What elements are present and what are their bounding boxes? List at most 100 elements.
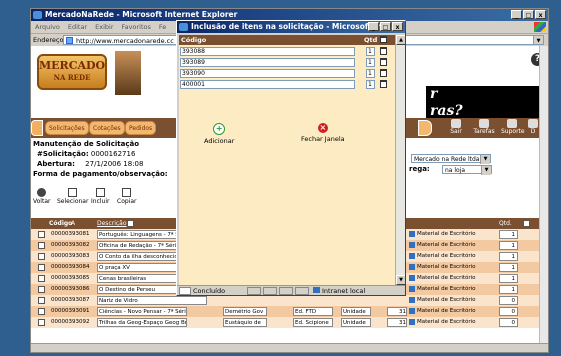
more-button[interactable]: D	[527, 119, 539, 135]
exit-button[interactable]: Sair	[445, 119, 467, 135]
menu-exibir[interactable]: Exibir	[95, 21, 113, 33]
dialog-scrollbar[interactable]: ▲ ▼	[395, 35, 405, 285]
row-checkbox[interactable]	[38, 319, 45, 326]
row-category-text: Material de Escritório	[417, 253, 476, 259]
menu-editar[interactable]: Editar	[68, 21, 87, 33]
more-label: D	[530, 128, 536, 135]
row-description-input[interactable]: Trilhas da Geog-Espaço Geog Bras e Cida	[97, 318, 187, 327]
page-scrollbar[interactable]	[539, 46, 548, 343]
sort-indicator: A	[71, 220, 76, 227]
menu-arquivo[interactable]: Arquivo	[35, 21, 60, 33]
abertura-value: 27/1/2006 18:08	[85, 160, 144, 168]
menu-favoritos[interactable]: Favoritos	[122, 21, 151, 33]
item-code-input[interactable]: 393088	[180, 47, 355, 56]
col-code[interactable]: Código	[49, 218, 72, 229]
row-qty-input[interactable]: 1	[499, 252, 518, 261]
row-checkbox[interactable]	[38, 286, 45, 293]
row-category: Material de Escritório	[409, 295, 476, 306]
table-row[interactable]: 00000393087 Nariz de Vidro Material de Esc…	[31, 295, 548, 306]
select-button[interactable]: Selecionar	[57, 188, 88, 205]
copy-button[interactable]: Copiar	[117, 188, 136, 205]
dialog-col-qty: Qtd	[364, 36, 378, 44]
row-publisher-input[interactable]: Ed. FTD	[293, 307, 333, 316]
item-qty-input[interactable]: 1	[366, 80, 375, 89]
select-label: Selecionar	[57, 198, 89, 205]
scroll-down-icon[interactable]: ▼	[396, 275, 405, 285]
row-num-input[interactable]: 31	[387, 318, 407, 327]
tasks-label: Tarefas	[473, 128, 495, 135]
col-description[interactable]: Descrição	[97, 218, 127, 229]
item-code-input[interactable]: 393089	[180, 58, 355, 67]
dialog-minimize-button[interactable]: _	[368, 22, 379, 31]
trash-icon[interactable]	[380, 47, 387, 55]
trash-icon[interactable]	[380, 69, 387, 77]
row-description-input[interactable]: Ciências - Novo Pensar - 7ª Série	[97, 307, 187, 316]
status-left: Concluído	[193, 287, 226, 295]
row-qty-input[interactable]: 1	[499, 230, 518, 239]
item-qty-input[interactable]: 1	[366, 69, 375, 78]
row-category-text: Material de Escritório	[417, 231, 476, 237]
minimize-button[interactable]: _	[511, 10, 522, 19]
row-checkbox[interactable]	[38, 275, 45, 282]
row-checkbox[interactable]	[38, 297, 45, 304]
dialog-close-button[interactable]: x	[392, 22, 403, 31]
row-qty-input[interactable]: 0	[499, 307, 518, 316]
dialog-maximize-button[interactable]: □	[380, 22, 391, 31]
item-code-input[interactable]: 400001	[180, 80, 355, 89]
row-unit-input[interactable]: Unidade	[341, 307, 371, 316]
row-publisher-input[interactable]: Ed. Scipione	[293, 318, 333, 327]
site-logo[interactable]: MERCADO NA REDE	[37, 54, 107, 90]
chevron-down-icon[interactable]: ▼	[533, 36, 543, 44]
row-checkbox[interactable]	[38, 253, 45, 260]
row-qty-input[interactable]: 1	[499, 274, 518, 283]
nav-back-icon[interactable]	[31, 120, 43, 136]
table-row[interactable]: 00000393091 Ciências - Novo Pensar - 7ª S…	[31, 306, 548, 317]
close-window-button[interactable]: × Fechar Janela	[301, 123, 345, 143]
item-qty-input[interactable]: 1	[366, 58, 375, 67]
select-all-qty-checkbox[interactable]	[523, 220, 530, 227]
row-qty-input[interactable]: 1	[499, 241, 518, 250]
solicitacao-value: 0000162716	[90, 150, 136, 158]
abertura-label: Abertura:	[37, 160, 75, 168]
entrega-select[interactable]: na loja ▼	[442, 165, 492, 175]
back-button[interactable]: Voltar	[33, 188, 50, 205]
menu-ferramentas[interactable]: Fe	[159, 21, 166, 33]
row-code: 00000393083	[51, 253, 90, 259]
row-author-input[interactable]: Demétrio Gov	[223, 307, 267, 316]
support-button[interactable]: Suporte	[501, 119, 525, 135]
item-qty-input[interactable]: 1	[366, 47, 375, 56]
row-checkbox[interactable]	[38, 231, 45, 238]
include-button[interactable]: Incluir	[91, 188, 109, 205]
add-button[interactable]: + Adicionar	[204, 123, 234, 145]
copy-label: Copiar	[117, 198, 137, 205]
scroll-up-icon[interactable]: ▲	[396, 35, 405, 45]
trash-icon[interactable]	[380, 80, 387, 88]
row-unit-input[interactable]: Unidade	[341, 318, 371, 327]
close-button[interactable]: x	[535, 10, 546, 19]
row-description-input[interactable]: Nariz de Vidro	[97, 296, 207, 305]
row-num-input[interactable]: 31	[387, 307, 407, 316]
tab-solicitacoes[interactable]: Solicitações	[45, 121, 89, 135]
row-qty-input[interactable]: 0	[499, 296, 518, 305]
row-checkbox[interactable]	[38, 264, 45, 271]
select-all-checkbox[interactable]	[127, 220, 134, 227]
tab-cotacoes[interactable]: Cotações	[89, 121, 125, 135]
nav-forward-icon[interactable]	[418, 120, 432, 136]
tasks-button[interactable]: Tarefas	[473, 119, 495, 135]
row-author-input[interactable]: Eustáquio de	[223, 318, 267, 327]
table-row[interactable]: 00000393092 Trilhas da Geog-Espaço Geog B…	[31, 317, 548, 328]
trash-icon[interactable]	[380, 58, 387, 66]
item-code-input[interactable]: 393090	[180, 69, 355, 78]
row-checkbox[interactable]	[38, 242, 45, 249]
row-qty-input[interactable]: 1	[499, 263, 518, 272]
trash-icon[interactable]	[380, 36, 387, 43]
row-qty-input[interactable]: 1	[499, 285, 518, 294]
maximize-button[interactable]: □	[523, 10, 534, 19]
row-qty-input[interactable]: 0	[499, 318, 518, 327]
fornecedor-select[interactable]: Mercado na Rede ltda. ▼	[411, 154, 491, 164]
add-label: Adicionar	[204, 137, 235, 145]
dialog-titlebar[interactable]: Inclusão de itens na solicitação - Micro…	[177, 21, 405, 33]
row-checkbox[interactable]	[38, 308, 45, 315]
ie-icon	[33, 11, 42, 19]
tab-pedidos[interactable]: Pedidos	[125, 121, 157, 135]
